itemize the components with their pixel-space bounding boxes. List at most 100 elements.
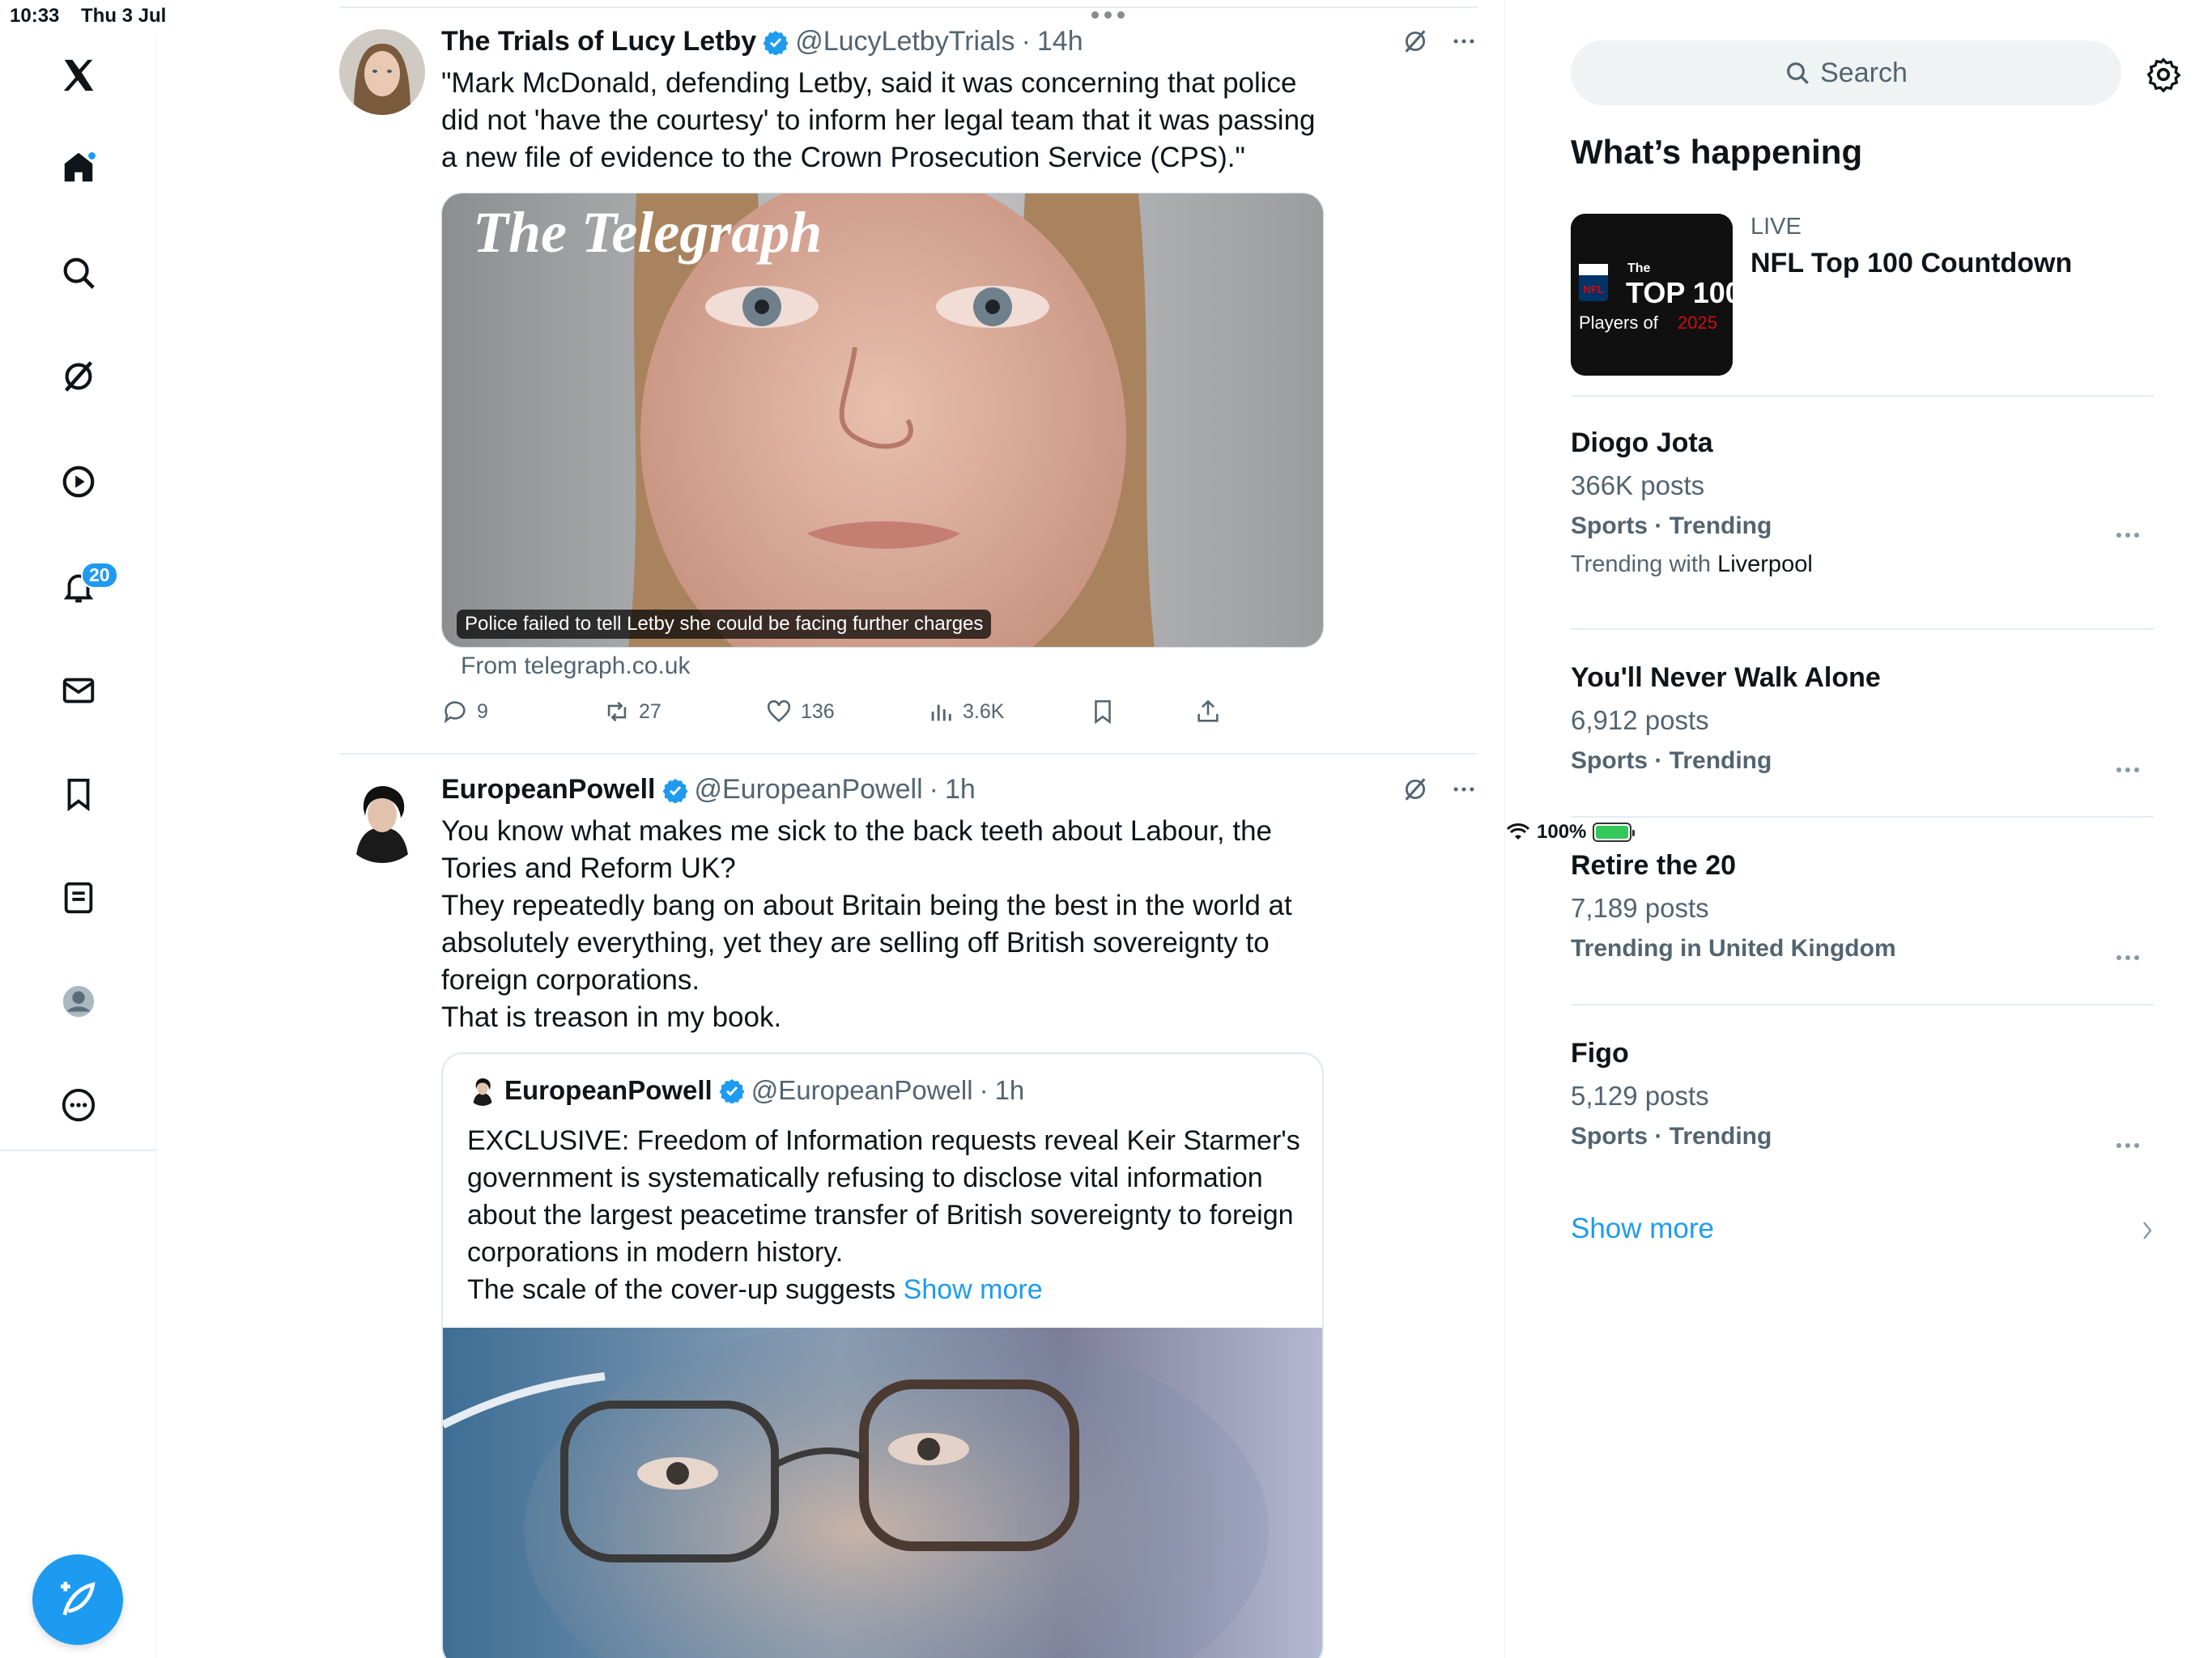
trend-category: Sports · Trending (1571, 747, 1772, 774)
svg-text:NFL: NFL (1583, 283, 1603, 295)
search-icon (63, 257, 95, 289)
trend-more-icon[interactable] (2116, 767, 2141, 776)
card-source[interactable]: From telegraph.co.uk (461, 653, 690, 680)
repost-button[interactable]: 27 (603, 698, 765, 725)
nav-messages[interactable] (50, 662, 107, 719)
search-icon (1787, 62, 1810, 84)
right-sidebar: Search What’s happening NFL The TOP 100 … (1506, 0, 2212, 1658)
post-body: "Mark McDonald, defending Letby, said it… (441, 67, 1316, 173)
home-new-dot (87, 151, 97, 161)
post-header-actions (1402, 28, 1478, 55)
grok-icon[interactable] (1402, 776, 1429, 803)
trend-name: You'll Never Walk Alone (1571, 662, 1881, 693)
trend-more-icon[interactable] (2116, 1143, 2141, 1151)
verified-badge-icon (719, 1079, 745, 1103)
link-card-image[interactable]: The Telegraph Police failed to tell Letb… (441, 193, 1324, 648)
post-time[interactable]: 14h (1037, 26, 1083, 57)
post-line: You know what makes me sick to the back … (441, 815, 1273, 884)
avatar[interactable] (339, 29, 425, 115)
trend-count: 6,912 posts (1571, 705, 1709, 735)
telegraph-logo: The Telegraph (473, 200, 822, 265)
nav-bookmarks[interactable] (50, 766, 107, 823)
trend-name: Retire the 20 (1571, 850, 1737, 881)
more-options-icon[interactable] (1450, 28, 1478, 55)
grok-icon (64, 361, 93, 392)
show-more-link[interactable]: Show more (1571, 1213, 1714, 1245)
nav-grok[interactable] (50, 348, 107, 405)
quote-image[interactable] (443, 1328, 1322, 1658)
trend-item[interactable]: You'll Never Walk Alone 6,912 posts Spor… (1571, 662, 2154, 775)
feed-top-divider (339, 6, 1478, 8)
live-event-thumbnail[interactable]: NFL The TOP 100 Players of 2025 (1571, 214, 1733, 376)
author-name[interactable]: The Trials of Lucy Letby (441, 26, 756, 57)
trend-item[interactable]: Figo 5,129 posts Sports · Trending (1571, 1038, 2154, 1150)
search-placeholder: Search (1820, 57, 1908, 88)
whats-happening-title: What’s happening (1571, 133, 1863, 171)
trend-more-icon[interactable] (2116, 533, 2141, 541)
quote-avatar (467, 1075, 498, 1106)
quote-body: EXCLUSIVE: Freedom of Information reques… (467, 1125, 1300, 1268)
settings-gear-icon[interactable] (2146, 57, 2181, 92)
post-time[interactable]: 1h (945, 774, 976, 806)
quoted-post[interactable]: EuropeanPowell @EuropeanPowell · 1h EXCL… (441, 1052, 1324, 1658)
svg-text:The: The (1627, 261, 1651, 275)
trend-more-icon[interactable] (2116, 955, 2141, 963)
verified-badge-icon (662, 778, 687, 803)
more-icon (62, 1088, 96, 1122)
more-options-icon[interactable] (1450, 776, 1478, 803)
svg-text:2025: 2025 (1678, 312, 1717, 333)
quote-tail-line: The scale of the cover-up suggests Show … (467, 1271, 1301, 1308)
avatar[interactable] (339, 777, 425, 863)
bookmark-button[interactable] (1089, 698, 1194, 725)
author-handle[interactable]: @LucyLetbyTrials (795, 26, 1015, 57)
post-header-actions (1402, 776, 1478, 803)
separator-dot: · (979, 1075, 989, 1105)
author-handle[interactable]: @EuropeanPowell (695, 774, 923, 806)
views-button[interactable]: 3.6K (927, 698, 1089, 725)
share-icon (1197, 699, 1219, 722)
nav-more[interactable] (50, 1077, 107, 1133)
x-logo-icon[interactable] (50, 47, 107, 104)
status-date: Thu 3 Jul (81, 5, 167, 27)
svg-text:Players of: Players of (1579, 312, 1659, 333)
trend-category: Sports · Trending (1571, 512, 1772, 539)
quote-author-name: EuropeanPowell (504, 1075, 713, 1105)
post-europeanpowell[interactable]: EuropeanPowell @EuropeanPowell · 1h You … (339, 774, 1478, 1658)
heart-icon (767, 699, 791, 723)
left-nav: 20 (0, 32, 156, 1658)
compose-button[interactable] (32, 1554, 123, 1645)
post-line: That is treason in my book. (441, 1001, 782, 1033)
nav-video[interactable] (50, 453, 107, 510)
post-text: You know what makes me sick to the back … (441, 813, 1324, 1036)
separator-dot: · (929, 774, 938, 805)
live-event-title[interactable]: NFL Top 100 Countdown (1750, 248, 2072, 279)
quote-author-handle: @EuropeanPowell (751, 1075, 973, 1105)
share-button[interactable] (1194, 698, 1275, 725)
post-header: The Trials of Lucy Letby @LucyLetbyTrial… (441, 26, 1083, 57)
live-label: LIVE (1750, 214, 1802, 240)
post-text: "Mark McDonald, defending Letby, said it… (441, 65, 1324, 176)
trend-item[interactable]: Diogo Jota 366K posts Sports · Trending … (1571, 427, 2154, 578)
trend-category: Sports · Trending (1571, 1123, 1772, 1150)
show-more-link[interactable]: Show more (904, 1274, 1043, 1305)
nav-explore[interactable] (50, 244, 107, 301)
nav-home[interactable] (50, 139, 107, 196)
search-bar[interactable]: Search (1571, 40, 2121, 105)
like-button[interactable]: 136 (765, 698, 927, 725)
reply-button[interactable]: 9 (441, 698, 603, 725)
nav-notifications[interactable]: 20 (50, 559, 118, 615)
grok-icon[interactable] (1402, 28, 1429, 55)
quote-time: 1h (994, 1075, 1025, 1105)
trend-item[interactable]: Retire the 20 7,189 posts Trending in Un… (1571, 850, 2154, 963)
card-caption: Police failed to tell Letby she could be… (457, 610, 992, 639)
post-actions: 9 27 136 3.6K (441, 698, 1324, 725)
chevron-right-icon[interactable] (2138, 1219, 2157, 1242)
post-letby[interactable]: The Trials of Lucy Letby @LucyLetbyTrial… (339, 26, 1478, 756)
timeline: The Trials of Lucy Letby @LucyLetbyTrial… (156, 0, 1505, 1658)
trend-divider (1571, 395, 2154, 397)
nav-divider (0, 1150, 156, 1151)
nav-lists[interactable] (50, 869, 107, 926)
nav-profile[interactable] (50, 973, 107, 1030)
post-header: EuropeanPowell @EuropeanPowell · 1h (441, 774, 976, 806)
author-name[interactable]: EuropeanPowell (441, 774, 656, 806)
